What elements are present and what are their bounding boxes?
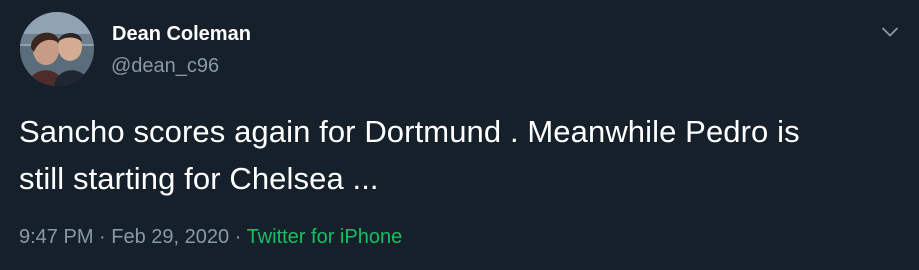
tweet-text-line: Sancho scores again for Dortmund . Meanw… [19, 114, 800, 149]
user-handle[interactable]: @dean_c96 [111, 55, 219, 78]
chevron-down-icon[interactable] [878, 20, 902, 44]
tweet-meta: 9:47 PM · Feb 29, 2020 · Twitter for iPh… [19, 226, 402, 249]
avatar[interactable] [20, 12, 94, 86]
display-name[interactable]: Dean Coleman [112, 23, 251, 46]
tweet-card: Dean Coleman @dean_c96 Sancho scores aga… [0, 0, 919, 270]
tweet-source-link[interactable]: Twitter for iPhone [247, 226, 403, 248]
tweet-text-line: still starting for Chelsea ... [19, 161, 379, 196]
avatar-photo [20, 12, 94, 86]
meta-separator: · [93, 226, 112, 248]
tweet-date[interactable]: Feb 29, 2020 [111, 226, 229, 248]
meta-separator: · [229, 226, 247, 248]
tweet-time[interactable]: 9:47 PM [19, 226, 93, 248]
tweet-text: Sancho scores again for Dortmund . Meanw… [19, 108, 904, 202]
